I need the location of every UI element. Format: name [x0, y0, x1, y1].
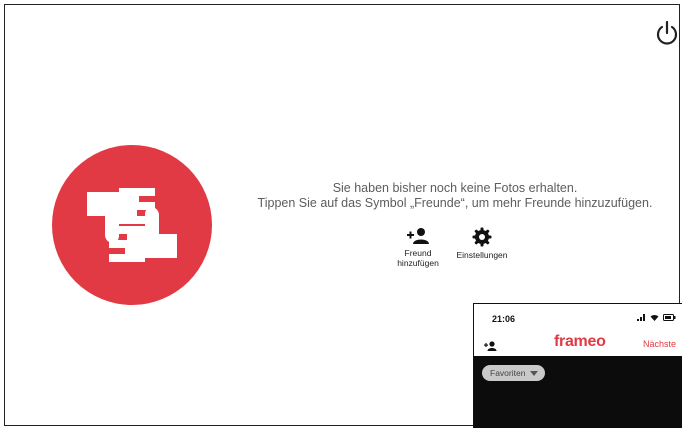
power-button[interactable]: [655, 19, 679, 47]
empty-state-line2: Tippen Sie auf das Symbol „Freunde“, um …: [257, 196, 653, 210]
empty-state-message: Sie haben bisher noch keine Fotos erhalt…: [235, 181, 675, 211]
empty-state-line1: Sie haben bisher noch keine Fotos erhalt…: [332, 181, 578, 195]
signal-icon: [637, 314, 645, 321]
settings-button[interactable]: Einstellungen: [447, 227, 517, 260]
wifi-icon: [650, 314, 659, 321]
phone-status-bar: 21:06: [474, 304, 682, 328]
chevron-down-icon: [530, 371, 539, 376]
photo-gallery-area: Favoriten: [474, 356, 682, 428]
settings-label: Einstellungen: [456, 250, 508, 260]
frameo-hands-logo: [47, 140, 217, 310]
add-person-icon: [484, 341, 497, 351]
add-friend-label-line2: hinzufügen: [397, 258, 439, 268]
phone-time: 21:06: [492, 314, 516, 324]
power-icon: [656, 20, 678, 45]
add-friend-label-line1: Freund: [404, 248, 432, 258]
favorites-filter-dropdown[interactable]: Favoriten: [482, 365, 546, 381]
add-person-icon: [407, 228, 429, 244]
add-friend-button[interactable]: Freund hinzufügen: [383, 227, 453, 268]
next-button[interactable]: Nächste: [643, 339, 676, 349]
battery-icon: [663, 314, 676, 321]
favorites-filter-label: Favoriten: [490, 368, 526, 378]
phone-app-preview: 21:06 frameo Nächste Favoriten: [473, 303, 682, 428]
status-icons: [637, 314, 676, 321]
phone-app-bar: frameo Nächste: [474, 330, 682, 356]
frameo-brand: frameo: [554, 333, 606, 350]
gear-icon: [472, 227, 492, 247]
add-friend-icon-button[interactable]: [484, 338, 498, 356]
